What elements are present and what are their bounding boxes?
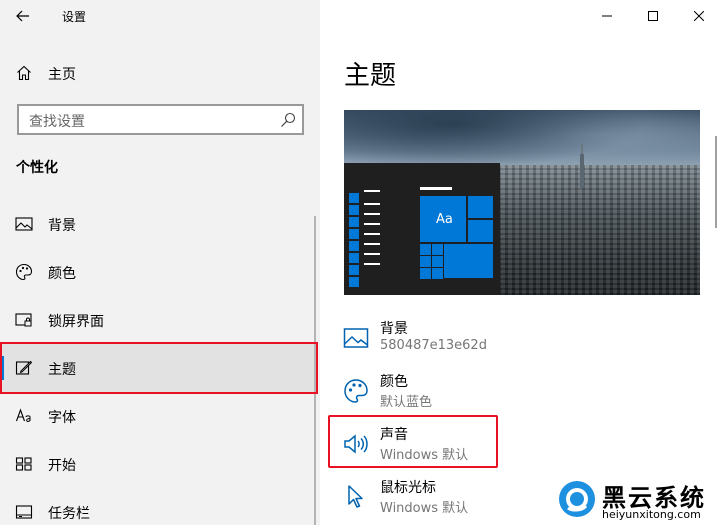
font-icon (14, 406, 34, 426)
preview-tile (468, 220, 493, 242)
preview-tile-small (432, 244, 443, 255)
preview-tile (468, 196, 493, 218)
picture-icon (342, 324, 370, 352)
preview-tile-small (432, 268, 443, 279)
preview-tile-header (420, 187, 452, 190)
cursor-icon (342, 483, 370, 511)
nav-home[interactable]: 主页 (0, 56, 320, 90)
brand-logo-icon (559, 481, 595, 517)
theme-highlight-box (0, 342, 318, 394)
setting-background[interactable]: 背景 580487e13e62d (342, 318, 682, 362)
nav-item-label: 颜色 (48, 266, 76, 282)
content-scrollbar[interactable] (715, 136, 717, 228)
section-heading: 个性化 (16, 160, 58, 176)
navigation-pane: 设置 主页 查找设置 个性化 背景 颜色 锁屏界面 主题 字体 开始 任务栏 (0, 0, 320, 525)
setting-title: 鼠标光标 (380, 480, 436, 496)
nav-item-label: 任务栏 (48, 506, 90, 522)
nav-item-label: 锁屏界面 (48, 314, 104, 330)
brand-url: heiyunxitong.com (602, 508, 701, 521)
preview-tile-small (420, 244, 431, 255)
setting-title: 背景 (380, 321, 408, 337)
close-button[interactable] (676, 0, 722, 32)
nav-item-label: 开始 (48, 458, 76, 474)
preview-tile-label: Aa (436, 212, 453, 227)
setting-color[interactable]: 颜色 默认蓝色 (342, 371, 682, 415)
sound-highlight-box (328, 415, 498, 468)
search-input[interactable]: 查找设置 (17, 104, 304, 135)
preview-tile-large: Aa (420, 196, 466, 242)
nav-home-label: 主页 (48, 67, 76, 83)
preview-tile-wide (444, 244, 493, 278)
preview-tile-small (420, 268, 431, 279)
title-bar: 设置 (0, 0, 320, 32)
preview-app-lines (364, 190, 380, 273)
window-controls (584, 0, 722, 32)
minimize-button[interactable] (584, 0, 630, 32)
maximize-icon (648, 11, 658, 21)
nav-item-label: 字体 (48, 410, 76, 426)
taskbar-icon (14, 502, 34, 522)
nav-item-taskbar[interactable]: 任务栏 (0, 488, 318, 525)
preview-app-column (349, 193, 359, 289)
setting-title: 颜色 (380, 374, 408, 390)
back-arrow-icon (16, 10, 29, 22)
search-icon[interactable] (280, 112, 296, 128)
preview-tile-small (432, 256, 443, 267)
picture-icon (14, 214, 34, 234)
maximize-button[interactable] (630, 0, 676, 32)
nav-item-label: 背景 (48, 218, 76, 234)
lock-screen-icon (14, 310, 34, 330)
close-icon (694, 11, 704, 21)
search-placeholder: 查找设置 (29, 114, 85, 130)
preview-tile-small (420, 256, 431, 267)
back-button[interactable] (8, 3, 38, 29)
nav-item-colors[interactable]: 颜色 (0, 248, 318, 296)
setting-value: Windows 默认 (380, 501, 469, 516)
minimize-icon (602, 15, 612, 17)
palette-icon (342, 377, 370, 405)
start-icon (14, 454, 34, 474)
nav-item-background[interactable]: 背景 (0, 200, 318, 248)
nav-item-start[interactable]: 开始 (0, 440, 318, 488)
preview-tower (580, 154, 584, 188)
setting-value: 580487e13e62d (380, 338, 487, 353)
palette-icon (14, 262, 34, 282)
setting-value: 默认蓝色 (380, 395, 433, 410)
app-title: 设置 (62, 10, 87, 24)
home-icon (14, 63, 34, 83)
page-title: 主题 (344, 61, 397, 91)
watermark: 黑云系统 heiyunxitong.com (556, 474, 722, 525)
theme-preview: Aa (344, 110, 700, 295)
nav-item-fonts[interactable]: 字体 (0, 392, 318, 440)
preview-start-menu: Aa (344, 163, 500, 295)
nav-item-lock-screen[interactable]: 锁屏界面 (0, 296, 318, 344)
